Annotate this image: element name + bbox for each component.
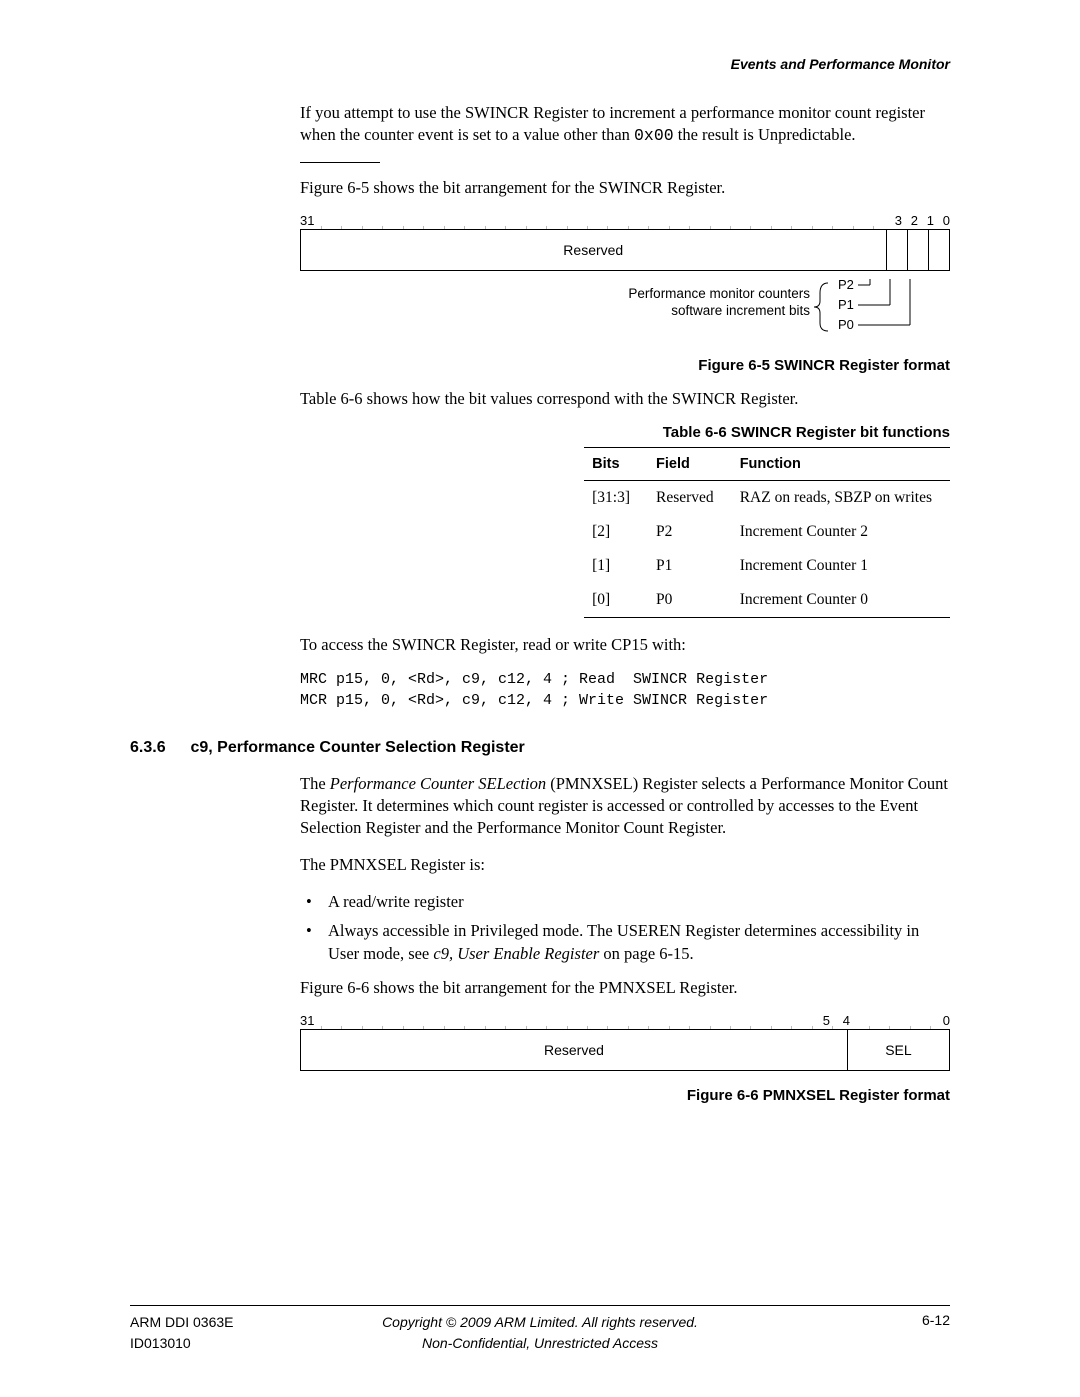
fig65-annotation-text: Performance monitor counters software in… xyxy=(628,285,810,320)
fig65-p2-label: P2 xyxy=(838,279,854,292)
figure-6-6-caption: Figure 6-6 PMNXSEL Register format xyxy=(300,1087,950,1104)
fig65-annot-line2: software increment bits xyxy=(671,303,810,318)
fig65-p1-label: P1 xyxy=(838,297,854,312)
figure-6-5: 31 3 2 1 0 Reserved xyxy=(300,213,950,343)
tbl66-r1-field: P2 xyxy=(648,515,732,549)
intro-p1-b: the result is Unpredictable. xyxy=(674,125,856,144)
access-lead: To access the SWINCR Register, read or w… xyxy=(300,634,950,656)
tbl66-head-func: Function xyxy=(732,448,950,481)
s636-p1-i: Performance Counter SELection xyxy=(330,774,546,793)
footer-copyright: Copyright © 2009 ARM Limited. All rights… xyxy=(382,1314,698,1330)
figure-6-6: 31 5 4 0 Reserved SEL xyxy=(300,1013,950,1073)
fig66-bit-4: 4 xyxy=(843,1013,850,1028)
fig65-bit-cell-2 xyxy=(886,230,907,270)
fig65-bit-cell-0 xyxy=(928,230,949,270)
footer-confidentiality: Non-Confidential, Unrestricted Access xyxy=(422,1335,658,1351)
s636-bullet-2: Always accessible in Privileged mode. Th… xyxy=(300,919,950,965)
fig65-p0-label: P0 xyxy=(838,317,854,332)
fig65-bit-1: 1 xyxy=(927,213,934,228)
fig65-bit-3: 3 xyxy=(895,213,902,228)
footer-page-number: 6-12 xyxy=(922,1312,950,1328)
page-header: Events and Performance Monitor xyxy=(130,56,950,72)
fig65-bit-0: 0 xyxy=(943,213,950,228)
tbl66-r1-bits: [2] xyxy=(584,515,648,549)
fig65-bit-2: 2 xyxy=(911,213,918,228)
figure-6-5-caption: Figure 6-5 SWINCR Register format xyxy=(300,357,950,374)
separator-rule xyxy=(300,162,380,163)
tbl66-r2-bits: [1] xyxy=(584,549,648,583)
intro-para-1: If you attempt to use the SWINCR Registe… xyxy=(300,102,950,148)
tbl66-r0-func: RAZ on reads, SBZP on writes xyxy=(732,481,950,516)
table-row: [2] P2 Increment Counter 2 xyxy=(584,515,950,549)
tbl66-head-field: Field xyxy=(648,448,732,481)
fig66-reserved-field: Reserved xyxy=(301,1030,847,1070)
table-6-6: Bits Field Function [31:3] Reserved RAZ … xyxy=(584,447,950,618)
tbl66-r3-func: Increment Counter 0 xyxy=(732,583,950,618)
intro-para-2: Figure 6-5 shows the bit arrangement for… xyxy=(300,177,950,199)
table-6-6-intro: Table 6-6 shows how the bit values corre… xyxy=(300,388,950,410)
fig66-sel-field: SEL xyxy=(847,1030,949,1070)
s636-p3: Figure 6-6 shows the bit arrangement for… xyxy=(300,977,950,999)
s636-b2-b: on page 6-15. xyxy=(599,944,693,963)
fig65-bracket-svg: P2 P1 P0 xyxy=(810,279,950,335)
s636-b2-i: c9, User Enable Register xyxy=(433,944,599,963)
fig66-bit-5: 5 xyxy=(823,1013,830,1028)
tbl66-r1-func: Increment Counter 2 xyxy=(732,515,950,549)
s636-p1-a: The xyxy=(300,774,330,793)
fig66-bit-0: 0 xyxy=(943,1013,950,1028)
table-row: [1] P1 Increment Counter 1 xyxy=(584,549,950,583)
tbl66-r0-field: Reserved xyxy=(648,481,732,516)
tbl66-r0-bits: [31:3] xyxy=(584,481,648,516)
access-code: MRC p15, 0, <Rd>, c9, c12, 4 ; Read SWIN… xyxy=(300,670,950,711)
footer-id: ID013010 xyxy=(130,1335,191,1351)
table-row: [0] P0 Increment Counter 0 xyxy=(584,583,950,618)
tbl66-r3-bits: [0] xyxy=(584,583,648,618)
section-num: 6.3.6 xyxy=(130,739,186,757)
tbl66-r2-field: P1 xyxy=(648,549,732,583)
fig65-reserved-field: Reserved xyxy=(301,230,886,270)
s636-p1: The Performance Counter SELection (PMNXS… xyxy=(300,773,950,840)
footer-doc: ARM DDI 0363E xyxy=(130,1314,233,1330)
tbl66-r3-field: P0 xyxy=(648,583,732,618)
tbl66-head-bits: Bits xyxy=(584,448,648,481)
s636-p2: The PMNXSEL Register is: xyxy=(300,854,950,876)
s636-bullet-1: A read/write register xyxy=(300,890,950,913)
page-footer: ARM DDI 0363E ID013010 Copyright © 2009 … xyxy=(130,1305,950,1353)
fig65-bit-31: 31 xyxy=(300,213,314,228)
intro-p1-code: 0x00 xyxy=(634,126,674,145)
section-6-3-6-heading: 6.3.6 c9, Performance Counter Selection … xyxy=(130,739,950,757)
fig65-bit-cell-1 xyxy=(907,230,928,270)
table-row: [31:3] Reserved RAZ on reads, SBZP on wr… xyxy=(584,481,950,516)
fig65-annot-line1: Performance monitor counters xyxy=(628,286,810,301)
section-title: c9, Performance Counter Selection Regist… xyxy=(190,739,524,757)
table-6-6-caption: Table 6-6 SWINCR Register bit functions xyxy=(300,424,950,441)
fig66-bit-31: 31 xyxy=(300,1013,314,1028)
tbl66-r2-func: Increment Counter 1 xyxy=(732,549,950,583)
